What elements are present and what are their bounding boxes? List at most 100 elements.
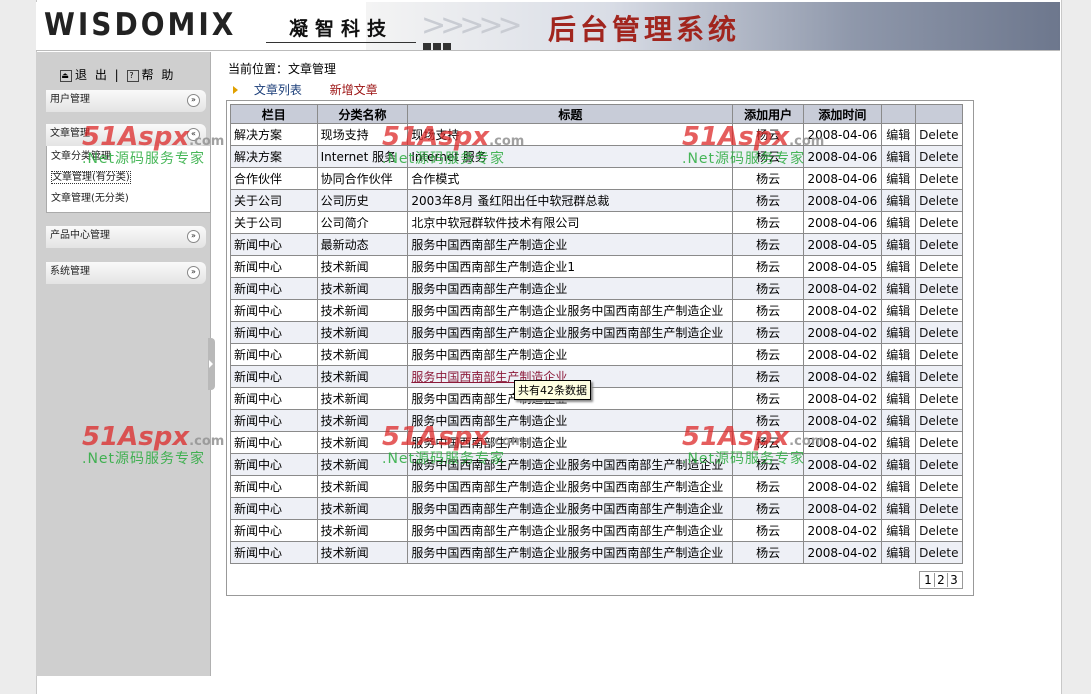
menu-user-management[interactable]: 用户管理 » [46,90,206,112]
edit-link[interactable]: 编辑 [881,431,916,454]
delete-link[interactable]: Delete [914,365,964,388]
cell-column: 新闻中心 [230,541,318,564]
cell-time: 2008-04-05 [802,255,883,278]
cell-title[interactable]: 服务中国西南部生产制造企业服务中国西南部生产制造企业 [407,453,734,476]
submenu-item-no-category[interactable]: 文章管理(无分类) [47,188,210,209]
cell-title[interactable]: 现场支持 [407,123,734,146]
edit-link[interactable]: 编辑 [881,453,916,476]
delete-link[interactable]: Delete [914,123,964,146]
delete-link[interactable]: Delete [914,233,964,256]
delete-link[interactable]: Delete [914,255,964,278]
delete-link[interactable]: Delete [914,497,964,520]
menu-system-management[interactable]: 系统管理 » [46,262,206,284]
delete-link[interactable]: Delete [914,453,964,476]
tab-bar: 文章列表 新增文章 [228,81,378,98]
delete-link[interactable]: Delete [914,211,964,234]
edit-link[interactable]: 编辑 [881,233,916,256]
edit-link[interactable]: 编辑 [881,189,916,212]
delete-link[interactable]: Delete [914,145,964,168]
edit-link[interactable]: 编辑 [881,145,916,168]
cell-title[interactable]: 服务中国西南部生产制造企业 [407,343,734,366]
cell-category: 公司历史 [316,189,409,212]
edit-link[interactable]: 编辑 [881,497,916,520]
table-row: 新闻中心 技术新闻 服务中国西南部生产制造企业服务中国西南部生产制造企业 杨云 2008… [230,497,964,520]
cell-category: 技术新闻 [316,255,409,278]
edit-link[interactable]: 编辑 [881,277,916,300]
cell-category: 技术新闻 [316,475,409,498]
page-2[interactable]: 2 [935,573,948,587]
edit-link[interactable]: 编辑 [881,365,916,388]
menu-product-center[interactable]: 产品中心管理 » [46,226,206,248]
menu-label: 系统管理 [50,266,90,277]
cell-time: 2008-04-02 [802,343,883,366]
cell-column: 新闻中心 [230,519,318,542]
delete-link[interactable]: Delete [914,189,964,212]
page-3[interactable]: 3 [948,573,960,587]
cell-title[interactable]: 合作模式 [407,167,734,190]
cell-category: 技术新闻 [316,365,409,388]
cell-title[interactable]: 服务中国西南部生产制造企业服务中国西南部生产制造企业 [407,475,734,498]
edit-link[interactable]: 编辑 [881,519,916,542]
edit-link[interactable]: 编辑 [881,167,916,190]
edit-link[interactable]: 编辑 [881,541,916,564]
edit-link[interactable]: 编辑 [881,409,916,432]
edit-link[interactable]: 编辑 [881,387,916,410]
cell-title[interactable]: 服务中国西南部生产制造企业服务中国西南部生产制造企业 [407,541,734,564]
cell-title[interactable]: 服务中国西南部生产制造企业 [407,431,734,454]
edit-link[interactable]: 编辑 [881,123,916,146]
page-1[interactable]: 1 [922,573,935,587]
edit-link[interactable]: 编辑 [881,299,916,322]
delete-link[interactable]: Delete [914,409,964,432]
delete-link[interactable]: Delete [914,343,964,366]
table-row: 新闻中心 技术新闻 服务中国西南部生产制造企业 杨云 2008-04-02 编辑 Delet… [230,387,964,410]
table-row: 新闻中心 技术新闻 服务中国西南部生产制造企业 杨云 2008-04-02 编辑 Delet… [230,431,964,454]
edit-link[interactable]: 编辑 [881,343,916,366]
cell-user: 杨云 [732,431,804,454]
table-row: 解决方案 Internet 服务 Internet 服务 杨云 2008-04-06 编辑… [230,145,964,168]
edit-link[interactable]: 编辑 [881,255,916,278]
cell-title[interactable]: 服务中国西南部生产制造企业服务中国西南部生产制造企业 [407,299,734,322]
cell-title[interactable]: 2003年8月 蚤红阳出任中软冠群总裁 [407,189,734,212]
cell-title[interactable]: 服务中国西南部生产制造企业1 [407,255,734,278]
article-panel: 栏目 分类名称 标题 添加用户 添加时间 解决方案 现场支持 现场支持 杨云 2008-… [226,100,974,596]
menu-article-management[interactable]: 文章管理 « [46,124,206,146]
cell-title[interactable]: 服务中国西南部生产制造企业服务中国西南部生产制造企业 [407,497,734,520]
delete-link[interactable]: Delete [914,387,964,410]
cell-user: 杨云 [732,475,804,498]
cell-title[interactable]: Internet 服务 [407,145,734,168]
cell-title[interactable]: 服务中国西南部生产制造企业 [407,409,734,432]
cell-user: 杨云 [732,321,804,344]
edit-link[interactable]: 编辑 [881,211,916,234]
delete-link[interactable]: Delete [914,167,964,190]
cell-category: 技术新闻 [316,409,409,432]
delete-link[interactable]: Delete [914,277,964,300]
tab-article-list[interactable]: 文章列表 [254,83,302,97]
logout-icon: ⏏ [60,69,72,82]
cell-column: 关于公司 [230,189,318,212]
cell-title[interactable]: 服务中国西南部生产制造企业 [407,233,734,256]
logout-link[interactable]: 退 出 [75,68,109,82]
edit-link[interactable]: 编辑 [881,475,916,498]
col-header-title: 标题 [407,104,734,124]
sidebar-toggle-handle[interactable] [208,338,215,390]
help-link[interactable]: 帮 助 [142,68,176,82]
delete-link[interactable]: Delete [914,321,964,344]
cell-title[interactable]: 北京中软冠群软件技术有限公司 [407,211,734,234]
cell-category: Internet 服务 [316,145,409,168]
cell-title[interactable]: 服务中国西南部生产制造企业 [407,277,734,300]
tab-add-article[interactable]: 新增文章 [330,83,378,97]
submenu-item-category[interactable]: 文章分类管理 [47,146,210,167]
delete-link[interactable]: Delete [914,475,964,498]
table-row: 新闻中心 技术新闻 服务中国西南部生产制造企业服务中国西南部生产制造企业 杨云 2008… [230,321,964,344]
chevron-up-icon: « [187,128,200,141]
cell-title[interactable]: 服务中国西南部生产制造企业服务中国西南部生产制造企业 [407,519,734,542]
table-row: 新闻中心 技术新闻 服务中国西南部生产制造企业服务中国西南部生产制造企业 杨云 2008… [230,519,964,542]
table-row: 新闻中心 最新动态 服务中国西南部生产制造企业 杨云 2008-04-05 编辑 Delet… [230,233,964,256]
delete-link[interactable]: Delete [914,519,964,542]
submenu-item-with-category[interactable]: 文章管理(有分类) [47,167,210,188]
delete-link[interactable]: Delete [914,431,964,454]
delete-link[interactable]: Delete [914,541,964,564]
edit-link[interactable]: 编辑 [881,321,916,344]
delete-link[interactable]: Delete [914,299,964,322]
cell-title[interactable]: 服务中国西南部生产制造企业服务中国西南部生产制造企业 [407,321,734,344]
